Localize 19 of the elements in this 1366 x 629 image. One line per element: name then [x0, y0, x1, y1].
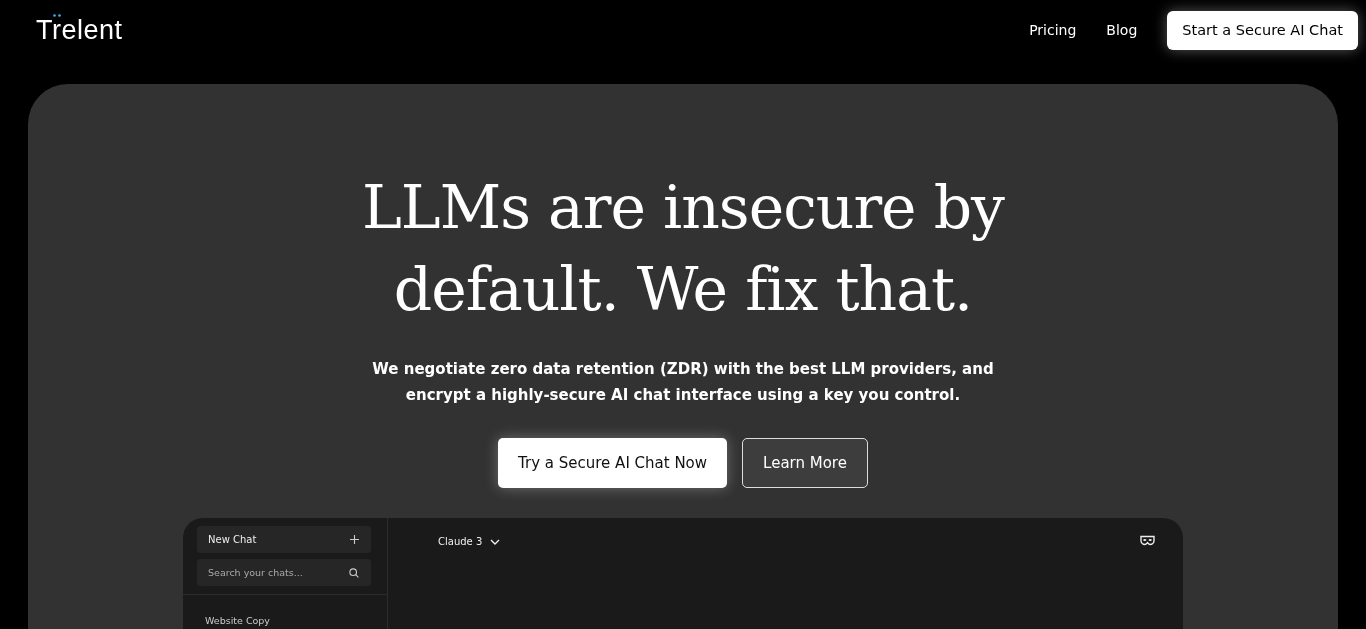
learn-more-button[interactable]: Learn More — [742, 438, 868, 488]
chevron-down-icon — [490, 538, 501, 545]
dots-icon — [53, 13, 61, 17]
model-selector[interactable]: Claude 3 — [438, 536, 501, 547]
try-chat-button[interactable]: Try a Secure AI Chat Now — [498, 438, 728, 488]
search-field[interactable]: Search your chats... — [197, 559, 371, 586]
logo[interactable]: Trelent — [36, 14, 123, 45]
hero-subtitle: We negotiate zero data retention (ZDR) with the best LLM providers, and — [372, 359, 994, 380]
nav-link[interactable]: Blog — [1106, 22, 1138, 38]
hero-title: LLMs are insecure by — [362, 171, 1004, 244]
mask-icon[interactable] — [1140, 535, 1155, 546]
hero-subtitle: encrypt a highly-secure AI chat interface using a key you control. — [405, 385, 961, 406]
nav-link[interactable]: Pricing — [1029, 22, 1077, 38]
new-chat-button[interactable]: New Chat — [197, 526, 371, 553]
search-icon — [349, 567, 359, 578]
cta-button[interactable]: Start a Secure AI Chat — [1167, 10, 1358, 50]
plus-icon — [350, 535, 359, 544]
hero-title: default. We fix that. — [393, 253, 973, 326]
chat-item[interactable]: Website Copy — [205, 615, 365, 626]
